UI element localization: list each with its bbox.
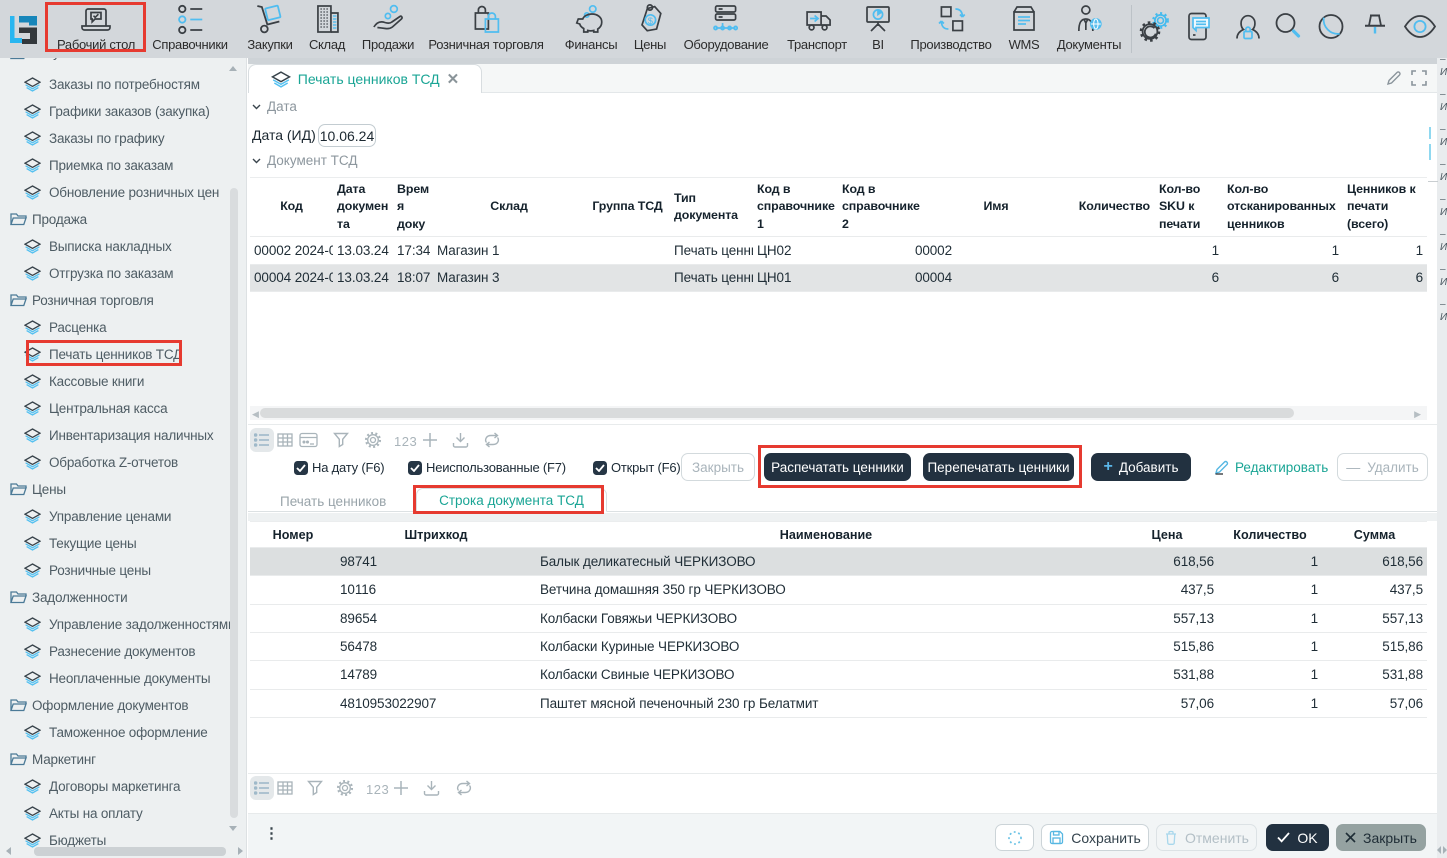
svg-text:$: $ bbox=[648, 16, 653, 26]
